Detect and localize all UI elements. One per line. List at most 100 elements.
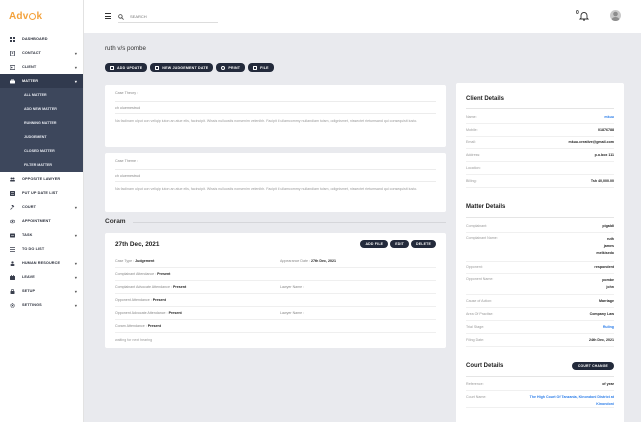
case-type-label: Case Type :: [115, 259, 135, 263]
sidebar-item-label: HUMAN RESOURCE: [22, 261, 61, 265]
sidebar-item-leave[interactable]: LEAVE ▾: [0, 270, 83, 284]
user-avatar[interactable]: [610, 10, 621, 21]
details-panel: Client Details Name: mkuu Mobile: 01876788…: [456, 83, 624, 422]
sidebar: Adv k DASHBOARD CONTACT ▾ CLIENT ▾ MATTER…: [0, 0, 84, 422]
leave-icon: [10, 274, 15, 280]
detail-row: Address: p.o.box 111: [466, 149, 614, 163]
hearing-date: 27th Dec, 2021: [115, 241, 160, 248]
sidebar-item-opposite-lawyer[interactable]: OPPOSITE LAWYER: [0, 172, 83, 186]
coram-attendance-label: Coram Attendance :: [115, 324, 147, 328]
calendar-icon: [110, 65, 114, 70]
lawyer-name-label: Lawyer Name :: [280, 311, 305, 315]
detail-label: Name:: [466, 114, 477, 119]
submenu-item-judgement[interactable]: JUDGEMENT: [0, 130, 83, 144]
sidebar-item-court[interactable]: COURT ▾: [0, 200, 83, 214]
sidebar-item-to-do-list[interactable]: TO DO LIST: [0, 242, 83, 256]
button-label: NEW JUDGEMENT DATE: [162, 65, 209, 70]
search-input[interactable]: [130, 14, 210, 19]
sidebar-item-dashboard[interactable]: DASHBOARD: [0, 32, 83, 46]
detail-row: Area Of Practise: Company Law: [466, 308, 614, 321]
trial-stage-link[interactable]: Ruling: [603, 325, 614, 329]
sidebar-item-settings[interactable]: SETTINGS ▾: [0, 298, 83, 312]
court-name-link[interactable]: The High Court Of Tanzania, Kinondoni Di…: [530, 394, 614, 407]
new-judgement-date-button[interactable]: NEW JUDGEMENT DATE: [150, 63, 214, 72]
sidebar-item-put-up-date-list[interactable]: PUT UP DATE LIST: [0, 186, 83, 200]
sidebar-item-human-resource[interactable]: HUMAN RESOURCE ▾: [0, 256, 83, 270]
name-line: pombe: [602, 278, 614, 283]
sidebar-item-label: SETTINGS: [22, 303, 42, 307]
detail-value: of year: [602, 382, 614, 387]
detail-label: Email:: [466, 140, 476, 145]
submenu-item-closed-matter[interactable]: CLOSED MATTER: [0, 144, 83, 158]
submenu-item-all-matter[interactable]: ALL MATTER: [0, 88, 83, 102]
client-name-link[interactable]: mkuu: [604, 115, 614, 119]
client-details-heading: Client Details: [466, 89, 614, 109]
detail-label: Opponent Name:: [466, 277, 494, 282]
detail-value: Company Law: [589, 312, 614, 317]
button-label: PRINT: [228, 65, 241, 70]
users-icon: [10, 177, 15, 182]
submenu-item-add-new-matter[interactable]: ADD NEW MATTER: [0, 102, 83, 116]
sidebar-item-client[interactable]: CLIENT ▾: [0, 60, 83, 74]
detail-label: Reference:: [466, 382, 484, 387]
case-theory-label: Case Theory :: [115, 91, 436, 102]
case-theme-body: Na faclinam ulput con veliqip iuton an a…: [115, 187, 418, 191]
court-name-line: Kinondoni: [596, 401, 614, 406]
case-type-value: Judgement: [135, 259, 155, 263]
print-button[interactable]: PRINT: [216, 63, 246, 72]
hearing-details: Case Type : Judgement Appearance Date : …: [115, 255, 436, 346]
court-change-button[interactable]: COURT CHANGE: [571, 362, 614, 371]
detail-row: Reference: of year: [466, 379, 614, 392]
opponent-advocate-value: Present: [168, 311, 182, 315]
hearing-row: Coram Attendance : Present: [115, 320, 436, 333]
search-icon: [118, 13, 124, 20]
detail-row: Name: mkuu: [466, 111, 614, 124]
sidebar-item-matter[interactable]: MATTER ▾: [0, 74, 83, 88]
detail-row: Email: mkuu.creative@gmail.com: [466, 137, 614, 150]
sidebar-item-appointment[interactable]: APPOINTMENT: [0, 214, 83, 228]
detail-label: Address:: [466, 153, 481, 158]
chevron-down-icon: ▾: [74, 288, 77, 294]
hamburger-menu-icon[interactable]: [105, 13, 111, 19]
complainant-advocate-value: Present: [172, 285, 187, 289]
opponent-attendance-value: Present: [152, 298, 166, 302]
coram-attendance-value: Present: [147, 324, 161, 328]
sidebar-nav: DASHBOARD CONTACT ▾ CLIENT ▾ MATTER ▾: [0, 32, 83, 88]
add-update-button[interactable]: ADD UPDATE: [105, 63, 148, 72]
eye-icon: [10, 219, 15, 224]
detail-row: Opponent Name: pombe john: [466, 274, 614, 296]
delete-button[interactable]: DELETE: [410, 240, 436, 248]
notification-bell[interactable]: 0: [576, 10, 589, 21]
file-button[interactable]: FILE: [248, 63, 274, 72]
brand-logo[interactable]: Adv k: [0, 0, 83, 32]
search-bar: [118, 11, 218, 23]
calendar-icon: [155, 65, 160, 70]
bell-icon: [579, 12, 589, 21]
chevron-down-icon: ▾: [74, 232, 77, 238]
edit-button[interactable]: EDIT: [390, 240, 409, 248]
detail-label: Mobile:: [466, 127, 478, 132]
detail-label: Filing Date:: [466, 337, 485, 342]
sidebar-item-setup[interactable]: SETUP ▾: [0, 284, 83, 298]
name-line: john: [606, 285, 614, 290]
chevron-down-icon: ▾: [74, 64, 77, 70]
sidebar-item-contact[interactable]: CONTACT ▾: [0, 46, 83, 60]
complainant-attendance-value: Present: [157, 272, 171, 276]
submenu-item-running-matter[interactable]: RUNNING MATTER: [0, 116, 83, 130]
add-file-button[interactable]: ADD FILE: [360, 240, 389, 248]
court-details-header: Court Details COURT CHANGE: [466, 357, 614, 377]
detail-row: Filing Date: 24th Dec, 2021: [466, 334, 614, 347]
complainant-names: ruth james melkisedo: [596, 236, 614, 257]
brand-text-end: k: [36, 10, 43, 22]
detail-value: p.o.box 111: [594, 153, 614, 158]
sidebar-item-task[interactable]: TASK ▾: [0, 228, 83, 242]
sidebar-nav-lower: OPPOSITE LAWYER PUT UP DATE LIST COURT ▾…: [0, 172, 83, 312]
case-theory-body: Na faclinam ulput con veliqip iuton an a…: [115, 119, 418, 123]
detail-label: Trial Stage:: [466, 324, 485, 329]
action-toolbar: ADD UPDATE NEW JUDGEMENT DATE PRINT FILE: [105, 63, 274, 72]
lock-icon: [10, 288, 15, 294]
chevron-down-icon: ▾: [74, 274, 77, 280]
briefcase-icon: [10, 78, 15, 84]
submenu-item-filter-matter[interactable]: FILTER MATTER: [0, 158, 83, 172]
hearing-row: Opponent Advocate Attendance : Present L…: [115, 307, 436, 320]
